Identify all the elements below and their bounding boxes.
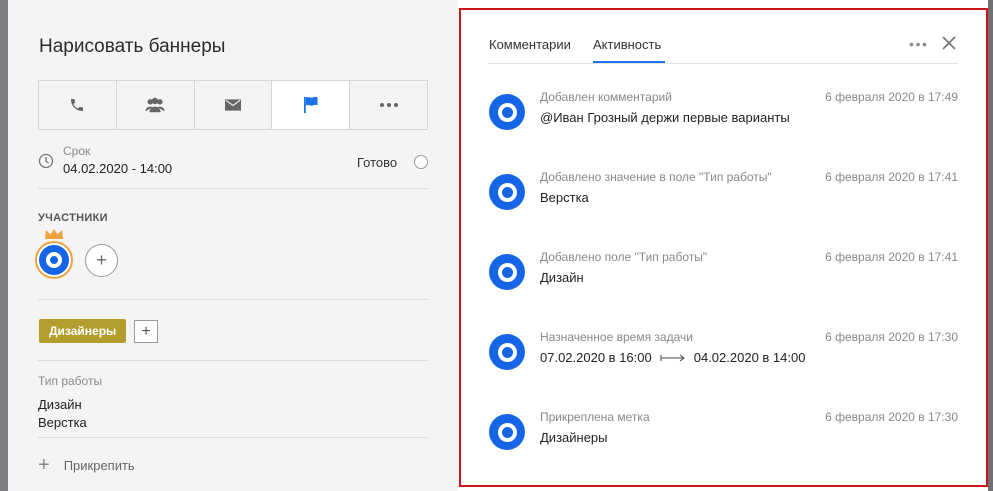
activity-item: Добавлено значение в поле "Тип работы" 6… [488,170,958,230]
tab-activity[interactable]: Активность [593,37,661,52]
work-type-value[interactable]: Верстка [38,415,87,430]
activity-item: Назначенное время задачи 6 февраля 2020 … [488,330,958,390]
work-type-label: Тип работы [38,374,103,388]
flag-button[interactable] [272,81,351,129]
divider [38,188,428,189]
activity-panel: Комментарии Активность Добавлен коммента… [458,0,988,491]
add-tag-button[interactable]: + [134,320,158,343]
avatar-logo-icon [39,245,69,275]
crown-icon [45,229,63,239]
activity-detail: 07.02.2020 в 16:00 04.02.2020 в 14:00 [540,350,805,365]
activity-item: Добавлено поле "Тип работы" 6 февраля 20… [488,250,958,310]
activity-action: Назначенное время задачи [540,330,693,344]
activity-action: Добавлено значение в поле "Тип работы" [540,170,772,184]
activity-detail: Верстка [540,190,589,205]
time-from: 07.02.2020 в 16:00 [540,350,652,365]
call-button[interactable] [39,81,117,129]
work-type-value[interactable]: Дизайн [38,397,82,412]
done-radio[interactable] [414,155,428,169]
more-icon[interactable] [909,42,927,47]
divider [38,360,428,361]
close-icon[interactable] [941,35,957,51]
activity-time: 6 февраля 2020 в 17:30 [825,410,958,424]
task-card: Нарисовать баннеры Срок 04.02.2020 - 14:… [8,0,458,491]
users-icon [145,97,165,113]
meeting-button[interactable] [117,81,195,129]
avatar-logo-icon [489,174,525,210]
activity-detail: Дизайн [540,270,584,285]
more-icon [379,103,398,107]
tab-comments[interactable]: Комментарии [489,37,571,52]
activity-time: 6 февраля 2020 в 17:30 [825,330,958,344]
arrow-right-icon [660,354,685,361]
divider [38,299,428,300]
divider [38,437,428,438]
activity-item: Добавлен комментарий 6 февраля 2020 в 17… [488,90,958,150]
attach-button[interactable]: + Прикрепить [38,454,135,476]
activity-time: 6 февраля 2020 в 17:49 [825,90,958,104]
deadline-value[interactable]: 04.02.2020 - 14:00 [63,161,172,176]
deadline-label: Срок [63,144,91,158]
task-title: Нарисовать баннеры [39,36,226,57]
activity-time: 6 февраля 2020 в 17:41 [825,170,958,184]
time-to: 04.02.2020 в 14:00 [693,350,806,365]
activity-action: Прикреплена метка [540,410,650,424]
flag-icon [303,96,318,113]
avatar-logo-icon [489,334,525,370]
email-button[interactable] [195,81,273,129]
task-action-bar [38,80,428,130]
attach-label: Прикрепить [63,457,135,473]
activity-detail: Дизайнеры [540,430,608,445]
avatar-logo-icon [489,94,525,130]
activity-time: 6 февраля 2020 в 17:41 [825,250,958,264]
plus-icon: + [38,454,50,476]
tag-chip[interactable]: Дизайнеры [39,319,127,343]
participant-avatar[interactable] [35,241,73,279]
mail-icon [224,99,241,111]
activity-action: Добавлено поле "Тип работы" [540,250,708,264]
add-participant-button[interactable]: + [85,244,118,277]
avatar-logo-icon [489,414,525,450]
phone-icon [71,99,84,111]
avatar-logo-icon [489,254,525,290]
done-label: Готово [357,155,398,170]
activity-detail: @Иван Грозный держи первые варианты [540,110,790,125]
activity-action: Добавлен комментарий [540,90,672,104]
clock-icon [38,153,54,169]
participants-heading: УЧАСТНИКИ [38,212,108,224]
activity-item: Прикреплена метка 6 февраля 2020 в 17:30… [488,410,958,470]
tab-divider [488,63,958,64]
more-actions-button[interactable] [350,81,427,129]
